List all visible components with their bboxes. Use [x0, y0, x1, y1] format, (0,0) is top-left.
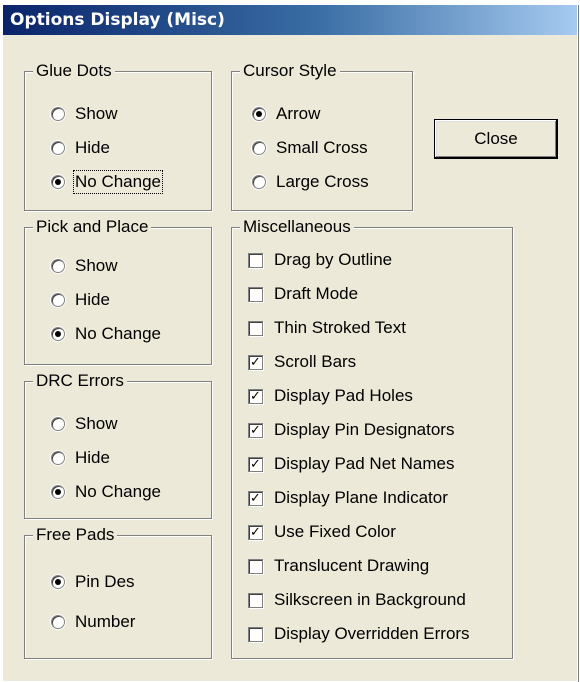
option-label: Arrow — [276, 104, 321, 123]
radio-circle — [51, 259, 65, 273]
checkmark-icon: ✓ — [248, 456, 263, 472]
option-label: Hide — [75, 290, 110, 309]
title-bar[interactable]: Options Display (Misc) — [3, 5, 577, 35]
drag-by-outline-checkbox[interactable]: Drag by Outline — [248, 248, 392, 272]
options-dialog: Options Display (Misc) Glue Dots Show Hi… — [2, 4, 578, 682]
miscellaneous-group: Miscellaneous Drag by Outline Draft Mode… — [231, 217, 513, 659]
free-pads-title: Free Pads — [33, 525, 118, 545]
option-label: Hide — [75, 448, 110, 467]
glue-dots-hide-radio[interactable]: Hide — [51, 136, 110, 160]
option-label: Small Cross — [276, 138, 368, 157]
checkbox-box — [248, 626, 263, 642]
cursor-small-cross-radio[interactable]: Small Cross — [252, 136, 368, 160]
drc-no-change-radio[interactable]: No Change — [51, 480, 161, 504]
option-label: No Change — [75, 482, 162, 501]
checkbox-box — [248, 286, 263, 302]
option-label: Use Fixed Color — [274, 522, 396, 541]
pick-place-no-change-radio[interactable]: No Change — [51, 322, 161, 346]
silkscreen-in-background-checkbox[interactable]: Silkscreen in Background — [248, 588, 466, 612]
display-plane-indicator-checkbox[interactable]: ✓ Display Plane Indicator — [248, 486, 448, 510]
checkbox-box — [248, 592, 263, 608]
glue-dots-group: Glue Dots Show Hide No Change — [24, 61, 212, 211]
radio-circle — [51, 327, 65, 341]
option-label: Translucent Drawing — [274, 556, 430, 575]
cursor-arrow-radio[interactable]: Arrow — [252, 102, 320, 126]
free-pads-number-radio[interactable]: Number — [51, 610, 135, 634]
drc-errors-group: DRC Errors Show Hide No Change — [24, 371, 212, 519]
dialog-title: Options Display (Misc) — [10, 10, 225, 30]
drc-errors-title: DRC Errors — [33, 371, 127, 391]
free-pads-group: Free Pads Pin Des Number — [24, 525, 212, 659]
radio-circle — [51, 417, 65, 431]
use-fixed-color-checkbox[interactable]: ✓ Use Fixed Color — [248, 520, 396, 544]
checkbox-box — [248, 320, 263, 336]
radio-circle — [51, 107, 65, 121]
glue-dots-title: Glue Dots — [33, 61, 115, 81]
checkbox-box — [248, 558, 263, 574]
display-pad-net-names-checkbox[interactable]: ✓ Display Pad Net Names — [248, 452, 454, 476]
radio-circle — [51, 175, 65, 189]
checkbox-box — [248, 252, 263, 268]
radio-circle — [51, 615, 65, 629]
radio-circle — [51, 451, 65, 465]
radio-circle — [252, 141, 266, 155]
radio-circle — [51, 485, 65, 499]
radio-circle — [51, 575, 65, 589]
pick-place-show-radio[interactable]: Show — [51, 254, 118, 278]
display-overridden-errors-checkbox[interactable]: Display Overridden Errors — [248, 622, 470, 646]
checkmark-icon: ✓ — [248, 490, 263, 506]
option-label: Display Plane Indicator — [274, 488, 448, 507]
scroll-bars-checkbox[interactable]: ✓ Scroll Bars — [248, 350, 356, 374]
cursor-large-cross-radio[interactable]: Large Cross — [252, 170, 369, 194]
option-label: Pin Des — [75, 572, 135, 591]
option-label: Display Overridden Errors — [274, 624, 470, 643]
cursor-style-group: Cursor Style Arrow Small Cross Large Cro… — [231, 61, 413, 211]
option-label: Show — [75, 414, 118, 433]
option-label: Large Cross — [276, 172, 369, 191]
option-label: Hide — [75, 138, 110, 157]
option-label: Show — [75, 256, 118, 275]
option-label: Thin Stroked Text — [274, 318, 406, 337]
option-label: Number — [75, 612, 136, 631]
drc-hide-radio[interactable]: Hide — [51, 446, 110, 470]
option-label: Display Pad Holes — [274, 386, 413, 405]
checkmark-icon: ✓ — [248, 524, 263, 540]
cursor-style-title: Cursor Style — [240, 61, 340, 81]
glue-dots-show-radio[interactable]: Show — [51, 102, 118, 126]
option-label: Display Pin Designators — [274, 420, 455, 439]
miscellaneous-title: Miscellaneous — [240, 217, 354, 237]
draft-mode-checkbox[interactable]: Draft Mode — [248, 282, 358, 306]
option-label: Show — [75, 104, 118, 123]
pick-and-place-title: Pick and Place — [33, 217, 152, 237]
radio-circle — [252, 175, 266, 189]
drc-show-radio[interactable]: Show — [51, 412, 118, 436]
pick-place-hide-radio[interactable]: Hide — [51, 288, 110, 312]
free-pads-pin-des-radio[interactable]: Pin Des — [51, 570, 135, 594]
option-label: No Change — [75, 324, 162, 343]
option-label: Silkscreen in Background — [274, 590, 466, 609]
option-label: Draft Mode — [274, 284, 359, 303]
display-pad-holes-checkbox[interactable]: ✓ Display Pad Holes — [248, 384, 413, 408]
display-pin-designators-checkbox[interactable]: ✓ Display Pin Designators — [248, 418, 454, 442]
close-button[interactable]: Close — [434, 119, 558, 159]
option-label: No Change — [72, 170, 164, 194]
thin-stroked-text-checkbox[interactable]: Thin Stroked Text — [248, 316, 406, 340]
radio-circle — [51, 141, 65, 155]
checkmark-icon: ✓ — [248, 422, 263, 438]
translucent-drawing-checkbox[interactable]: Translucent Drawing — [248, 554, 429, 578]
radio-circle — [51, 293, 65, 307]
pick-and-place-group: Pick and Place Show Hide No Change — [24, 217, 212, 365]
option-label: Display Pad Net Names — [274, 454, 455, 473]
checkmark-icon: ✓ — [248, 354, 263, 370]
radio-circle — [252, 107, 266, 121]
option-label: Drag by Outline — [274, 250, 393, 269]
checkmark-icon: ✓ — [248, 388, 263, 404]
glue-dots-no-change-radio[interactable]: No Change — [51, 170, 164, 194]
option-label: Scroll Bars — [274, 352, 357, 371]
